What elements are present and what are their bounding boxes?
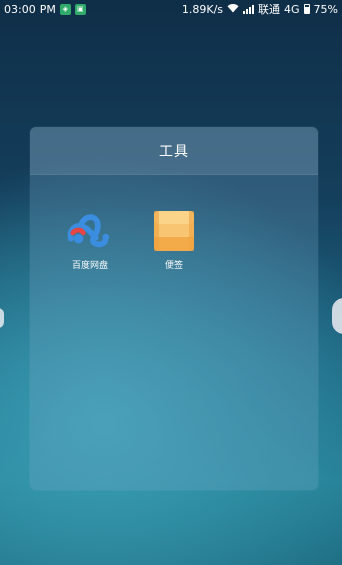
folder-title[interactable]: 工具 bbox=[30, 127, 318, 175]
baidu-netdisk-icon bbox=[67, 208, 113, 254]
status-bar: 03:00 PM ◈ ▣ 1.89K/s 联通 4G 75% bbox=[0, 0, 342, 18]
battery-icon bbox=[303, 4, 310, 14]
app-baidu-netdisk[interactable]: 百度网盘 bbox=[60, 208, 120, 271]
battery-percent: 75% bbox=[313, 2, 338, 16]
notification-app-icon: ▣ bbox=[74, 3, 86, 15]
notification-shield-icon: ◈ bbox=[59, 3, 71, 15]
status-bar-right: 1.89K/s 联通 4G 75% bbox=[182, 1, 338, 17]
folder-panel: 工具 百度网盘 便签 bbox=[30, 127, 318, 490]
clock-time: 03:00 bbox=[4, 2, 36, 16]
folder-app-grid: 百度网盘 便签 bbox=[30, 175, 318, 490]
clock-ampm: PM bbox=[39, 2, 56, 16]
edge-handle-left[interactable] bbox=[0, 308, 4, 328]
wifi-icon bbox=[227, 3, 239, 16]
carrier-name: 联通 bbox=[258, 3, 281, 16]
edge-handle-right[interactable] bbox=[332, 298, 342, 334]
network-type: 4G bbox=[284, 2, 300, 16]
app-notes[interactable]: 便签 bbox=[144, 208, 204, 271]
notes-icon bbox=[151, 208, 197, 254]
status-bar-left: 03:00 PM ◈ ▣ bbox=[4, 3, 86, 16]
app-label: 百度网盘 bbox=[71, 261, 108, 271]
signal-strength-icon bbox=[243, 4, 255, 14]
network-speed: 1.89K/s bbox=[181, 2, 224, 16]
app-label: 便签 bbox=[164, 261, 183, 271]
